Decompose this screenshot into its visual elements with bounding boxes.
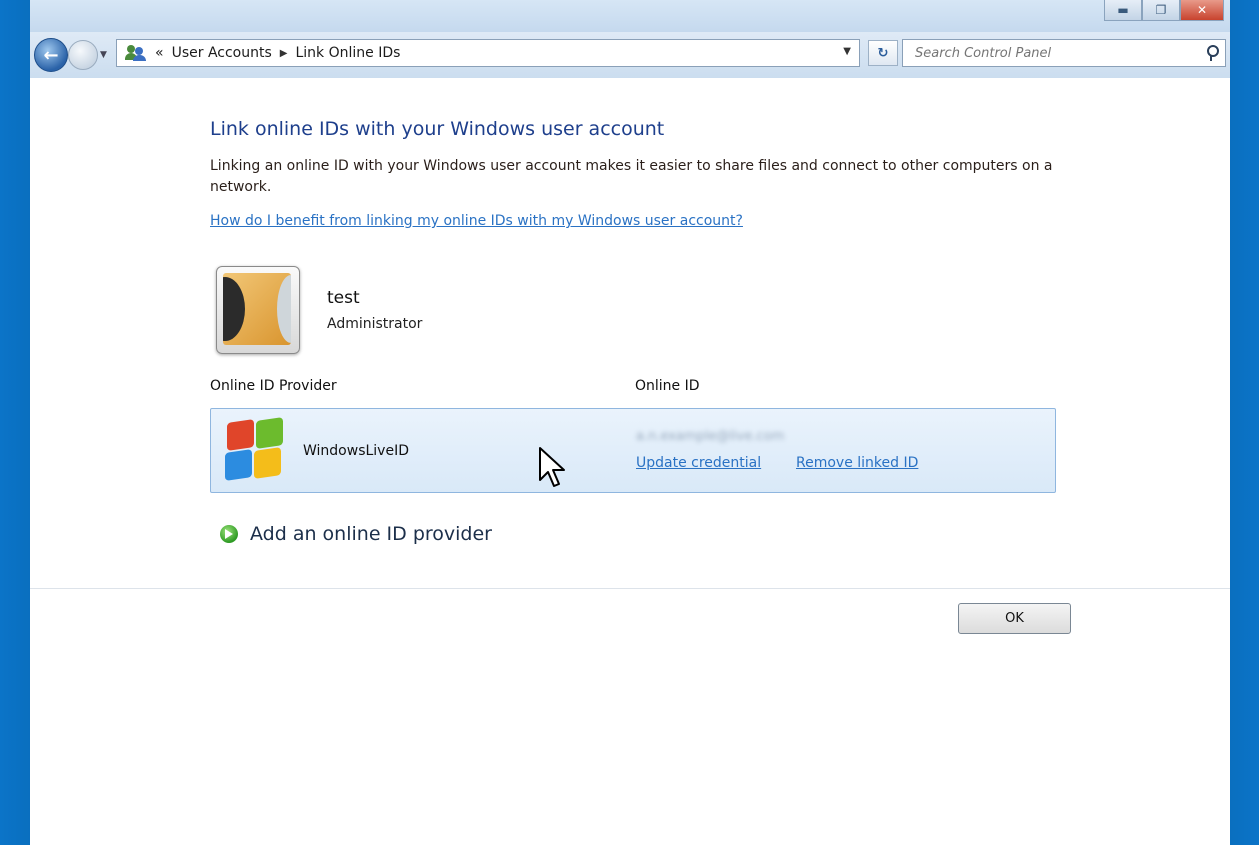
update-credential-link[interactable]: Update credential	[636, 455, 761, 471]
provider-name: WindowsLiveID	[303, 443, 409, 459]
breadcrumb-link-online-ids[interactable]: Link Online IDs	[295, 45, 400, 61]
user-accounts-icon	[125, 45, 147, 61]
search-box[interactable]	[902, 39, 1226, 67]
column-header-provider: Online ID Provider	[210, 378, 337, 394]
refresh-button[interactable]: ↻	[868, 40, 898, 66]
divider	[30, 588, 1230, 589]
window-controls: ▬ ❐ ✕	[1104, 0, 1224, 21]
address-dropdown-icon[interactable]: ▼	[843, 46, 851, 57]
search-icon[interactable]	[1207, 45, 1219, 61]
page-description: Linking an online ID with your Windows u…	[210, 158, 1053, 195]
remove-linked-id-link[interactable]: Remove linked ID	[796, 455, 918, 471]
windows-logo-icon	[221, 417, 285, 483]
green-arrow-icon	[220, 525, 238, 543]
content-area: Link online IDs with your Windows user a…	[30, 78, 1230, 845]
user-role: Administrator	[327, 316, 423, 332]
close-button[interactable]: ✕	[1180, 0, 1224, 21]
back-button[interactable]: ←	[34, 38, 68, 72]
breadcrumb-overflow-chevron[interactable]: «	[155, 45, 164, 61]
minimize-button[interactable]: ▬	[1104, 0, 1142, 21]
search-input[interactable]	[913, 40, 1217, 66]
column-header-online-id: Online ID	[635, 378, 700, 394]
back-arrow-icon: ←	[43, 44, 59, 66]
breadcrumb-separator-icon[interactable]: ▶	[280, 48, 288, 59]
restore-button[interactable]: ❐	[1142, 0, 1180, 21]
mouse-cursor	[539, 447, 565, 487]
window-frame-right	[1230, 0, 1259, 845]
table-row[interactable]: WindowsLiveID a.n.example@live.com Updat…	[210, 408, 1056, 493]
page-title: Link online IDs with your Windows user a…	[210, 118, 665, 140]
refresh-icon: ↻	[877, 45, 889, 61]
window-frame-left	[0, 0, 30, 845]
add-provider-row[interactable]: Add an online ID provider	[220, 523, 492, 545]
help-link[interactable]: How do I benefit from linking my online …	[210, 213, 743, 229]
history-dropdown-icon[interactable]: ▼	[100, 50, 107, 60]
online-id-value: a.n.example@live.com	[636, 429, 785, 444]
add-provider-link[interactable]: Add an online ID provider	[250, 523, 492, 545]
ok-button[interactable]: OK	[958, 603, 1071, 634]
user-avatar	[216, 266, 300, 354]
address-bar[interactable]: « User Accounts ▶ Link Online IDs ▼	[116, 39, 860, 67]
breadcrumb-user-accounts[interactable]: User Accounts	[172, 45, 272, 61]
forward-button[interactable]	[68, 40, 98, 70]
title-bar: ▬ ❐ ✕	[30, 0, 1230, 32]
navigation-bar: ← ▼ « User Accounts ▶ Link Online IDs ▼ …	[30, 32, 1230, 78]
user-name: test	[327, 288, 360, 308]
